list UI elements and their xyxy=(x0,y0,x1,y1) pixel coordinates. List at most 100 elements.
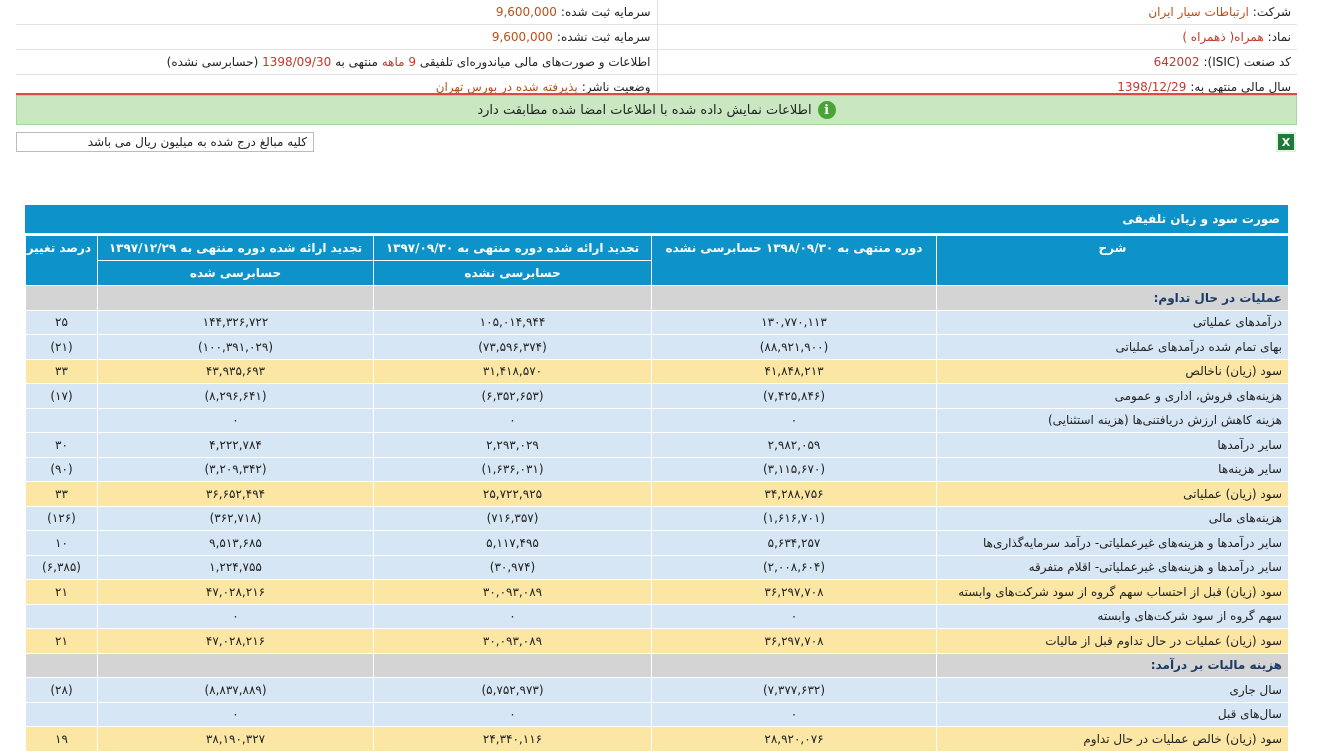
row-label: سود (زیان) عملیات در حال تداوم قبل از ما… xyxy=(936,628,1289,654)
unreg-capital-value: 9,600,000 xyxy=(491,30,553,44)
cell-change-percent: ۲۵ xyxy=(25,309,98,335)
cell-current-period: ۵,۶۳۴,۲۵۷ xyxy=(651,530,937,556)
cell-prior-period: ۳۰,۰۹۳,۰۸۹ xyxy=(373,579,652,605)
info-row-3: کد صنعت (ISIC): 642002 اطلاعات و صورت‌ها… xyxy=(16,50,1297,75)
cell-change-percent: ۲۱ xyxy=(25,579,98,605)
header-col3: تجدید ارائه شده دوره منتهی به ۱۳۹۷/۱۲/۲۹ xyxy=(97,235,374,261)
cell-prior-year: ۱۴۴,۳۲۶,۷۲۲ xyxy=(97,309,374,335)
empty-cell xyxy=(373,652,652,678)
row-label: سود (زیان) عملیاتی xyxy=(936,481,1289,507)
row-label: درآمدهای عملیاتی xyxy=(936,309,1289,335)
cell-prior-period: ۰ xyxy=(373,407,652,433)
unit-note: کلیه مبالغ درج شده به میلیون ریال می باش… xyxy=(16,132,314,152)
cell-change-percent: ۳۳ xyxy=(25,481,98,507)
cell-current-period: (۱,۶۱۶,۷۰۱) xyxy=(651,505,937,531)
cell-change-percent xyxy=(25,701,98,727)
cell-prior-period: ۲,۲۹۳,۰۲۹ xyxy=(373,432,652,458)
cell-current-period: ۰ xyxy=(651,407,937,433)
table-row: سال‌های قبل ۰ ۰ ۰ xyxy=(25,701,1289,727)
cell-prior-period: (۷۳,۵۹۶,۳۷۴) xyxy=(373,334,652,360)
cell-change-percent: ۲۱ xyxy=(25,628,98,654)
cell-current-period: (۲,۰۰۸,۶۰۴) xyxy=(651,554,937,580)
cell-prior-period: ۵,۱۱۷,۴۹۵ xyxy=(373,530,652,556)
company-cell: شرکت: ارتباطات سیار ایران xyxy=(656,0,1298,24)
cell-current-period: ۳۶,۲۹۷,۷۰۸ xyxy=(651,628,937,654)
header-col1: دوره منتهی به ۱۳۹۸/۰۹/۳۰ حسابرسی نشده xyxy=(651,235,937,286)
cell-prior-year: ۰ xyxy=(97,603,374,629)
cell-prior-year: ۱,۲۲۴,۷۵۵ xyxy=(97,554,374,580)
table-row: بهای تمام شده درآمدهای عملیاتی (۸۸,۹۲۱,۹۰… xyxy=(25,334,1289,360)
excel-export-icon[interactable]: X xyxy=(1276,132,1296,152)
row-label: سایر درآمدها xyxy=(936,432,1289,458)
row-label: سایر درآمدها و هزینه‌های غیرعملیاتی- درآ… xyxy=(936,530,1289,556)
header-col2-sub: حسابرسی نشده xyxy=(373,260,652,286)
table-row: درآمدهای عملیاتی ۱۳۰,۷۷۰,۱۱۳ ۱۰۵,۰۱۴,۹۴۴ ۱۴… xyxy=(25,309,1289,335)
empty-cell xyxy=(651,285,937,311)
report-period: 9 ماهه xyxy=(381,55,417,69)
cell-change-percent: ۳۳ xyxy=(25,358,98,384)
header-desc: شرح xyxy=(936,235,1289,286)
cell-current-period: ۱۳۰,۷۷۰,۱۱۳ xyxy=(651,309,937,335)
cell-prior-year: (۳,۲۰۹,۳۴۲) xyxy=(97,456,374,482)
cell-prior-period: ۰ xyxy=(373,701,652,727)
cell-prior-year: ۳۶,۶۵۲,۴۹۴ xyxy=(97,481,374,507)
verification-notice: i اطلاعات نمایش داده شده با اطلاعات امضا… xyxy=(16,95,1297,125)
reg-capital-label: سرمایه ثبت شده: xyxy=(560,5,651,19)
isic-cell: کد صنعت (ISIC): 642002 xyxy=(656,50,1298,74)
cell-prior-period: ۲۵,۷۲۲,۹۲۵ xyxy=(373,481,652,507)
symbol-label: نماد: xyxy=(1267,30,1291,44)
cell-change-percent: (۲۱) xyxy=(25,334,98,360)
cell-current-period: ۰ xyxy=(651,701,937,727)
row-label: هزینه‌های فروش، اداری و عمومی xyxy=(936,383,1289,409)
table-row: سود (زیان) خالص عملیات در حال تداوم ۲۸,۹۲… xyxy=(25,726,1289,752)
reg-capital-cell: سرمایه ثبت شده: 9,600,000 xyxy=(16,0,657,24)
row-label: سود (زیان) قبل از احتساب سهم گروه از سود… xyxy=(936,579,1289,605)
header-col2: تجدید ارائه شده دوره منتهی به ۱۳۹۷/۰۹/۳۰ xyxy=(373,235,652,261)
status-value: پذیرفته شده در بورس تهران xyxy=(435,80,578,94)
row-label: سایر هزینه‌ها xyxy=(936,456,1289,482)
row-label: سال جاری xyxy=(936,677,1289,703)
table-row: سایر درآمدها ۲,۹۸۲,۰۵۹ ۲,۲۹۳,۰۲۹ ۴,۲۲۲,۷۸۴ ۳… xyxy=(25,432,1289,458)
empty-cell xyxy=(97,652,374,678)
empty-cell xyxy=(373,285,652,311)
cell-prior-year: (۱۰۰,۳۹۱,۰۲۹) xyxy=(97,334,374,360)
income-statement-table: شرح دوره منتهی به ۱۳۹۸/۰۹/۳۰ حسابرسی نشد… xyxy=(25,235,1289,752)
cell-prior-year: (۳۶۲,۷۱۸) xyxy=(97,505,374,531)
row-label: سود (زیان) ناخالص xyxy=(936,358,1289,384)
cell-current-period: (۸۸,۹۲۱,۹۰۰) xyxy=(651,334,937,360)
isic-label: کد صنعت (ISIC): xyxy=(1203,55,1291,69)
cell-prior-year: (۸,۸۳۷,۸۸۹) xyxy=(97,677,374,703)
reg-capital-value: 9,600,000 xyxy=(495,5,557,19)
cell-prior-year: ۰ xyxy=(97,701,374,727)
cell-prior-year: (۸,۲۹۶,۶۴۱) xyxy=(97,383,374,409)
table-row: سود (زیان) ناخالص ۴۱,۸۴۸,۲۱۳ ۳۱,۴۱۸,۵۷۰ ۴۳,… xyxy=(25,358,1289,384)
section-row: هزینه مالیات بر درآمد: xyxy=(25,652,1289,678)
cell-prior-year: ۴۷,۰۲۸,۲۱۶ xyxy=(97,579,374,605)
row-label: سال‌های قبل xyxy=(936,701,1289,727)
report-mid: منتهی به xyxy=(335,55,378,69)
table-title: صورت سود و زیان تلفیقی xyxy=(25,205,1288,233)
cell-current-period: ۳۴,۲۸۸,۷۵۶ xyxy=(651,481,937,507)
cell-change-percent: (۲۸) xyxy=(25,677,98,703)
header-col4: درصد تغییر xyxy=(25,235,98,286)
cell-prior-period: ۱۰۵,۰۱۴,۹۴۴ xyxy=(373,309,652,335)
cell-prior-period: ۲۴,۳۴۰,۱۱۶ xyxy=(373,726,652,752)
cell-prior-period: (۳۰,۹۷۴) xyxy=(373,554,652,580)
unreg-capital-label: سرمایه ثبت نشده: xyxy=(556,30,651,44)
row-label: هزینه‌های مالی xyxy=(936,505,1289,531)
cell-prior-year: ۴۳,۹۳۵,۶۹۳ xyxy=(97,358,374,384)
cell-change-percent xyxy=(25,603,98,629)
cell-current-period: ۴۱,۸۴۸,۲۱۳ xyxy=(651,358,937,384)
cell-current-period: ۲۸,۹۲۰,۰۷۶ xyxy=(651,726,937,752)
empty-cell xyxy=(97,285,374,311)
isic-value: 642002 xyxy=(1153,55,1200,69)
cell-prior-year: ۴,۲۲۲,۷۸۴ xyxy=(97,432,374,458)
table-row: هزینه‌های مالی (۱,۶۱۶,۷۰۱) (۷۱۶,۳۵۷) (۳۶۲,۷… xyxy=(25,505,1289,531)
cell-current-period: (۷,۴۲۵,۸۴۶) xyxy=(651,383,937,409)
table-row: سایر هزینه‌ها (۳,۱۱۵,۶۷۰) (۱,۶۳۶,۰۳۱) (۳,۲۰… xyxy=(25,456,1289,482)
cell-change-percent: ۱۹ xyxy=(25,726,98,752)
cell-prior-year: ۹,۵۱۳,۶۸۵ xyxy=(97,530,374,556)
cell-prior-period: (۶,۳۵۲,۶۵۳) xyxy=(373,383,652,409)
cell-current-period: ۲,۹۸۲,۰۵۹ xyxy=(651,432,937,458)
report-date: 1398/09/30 xyxy=(262,55,332,69)
